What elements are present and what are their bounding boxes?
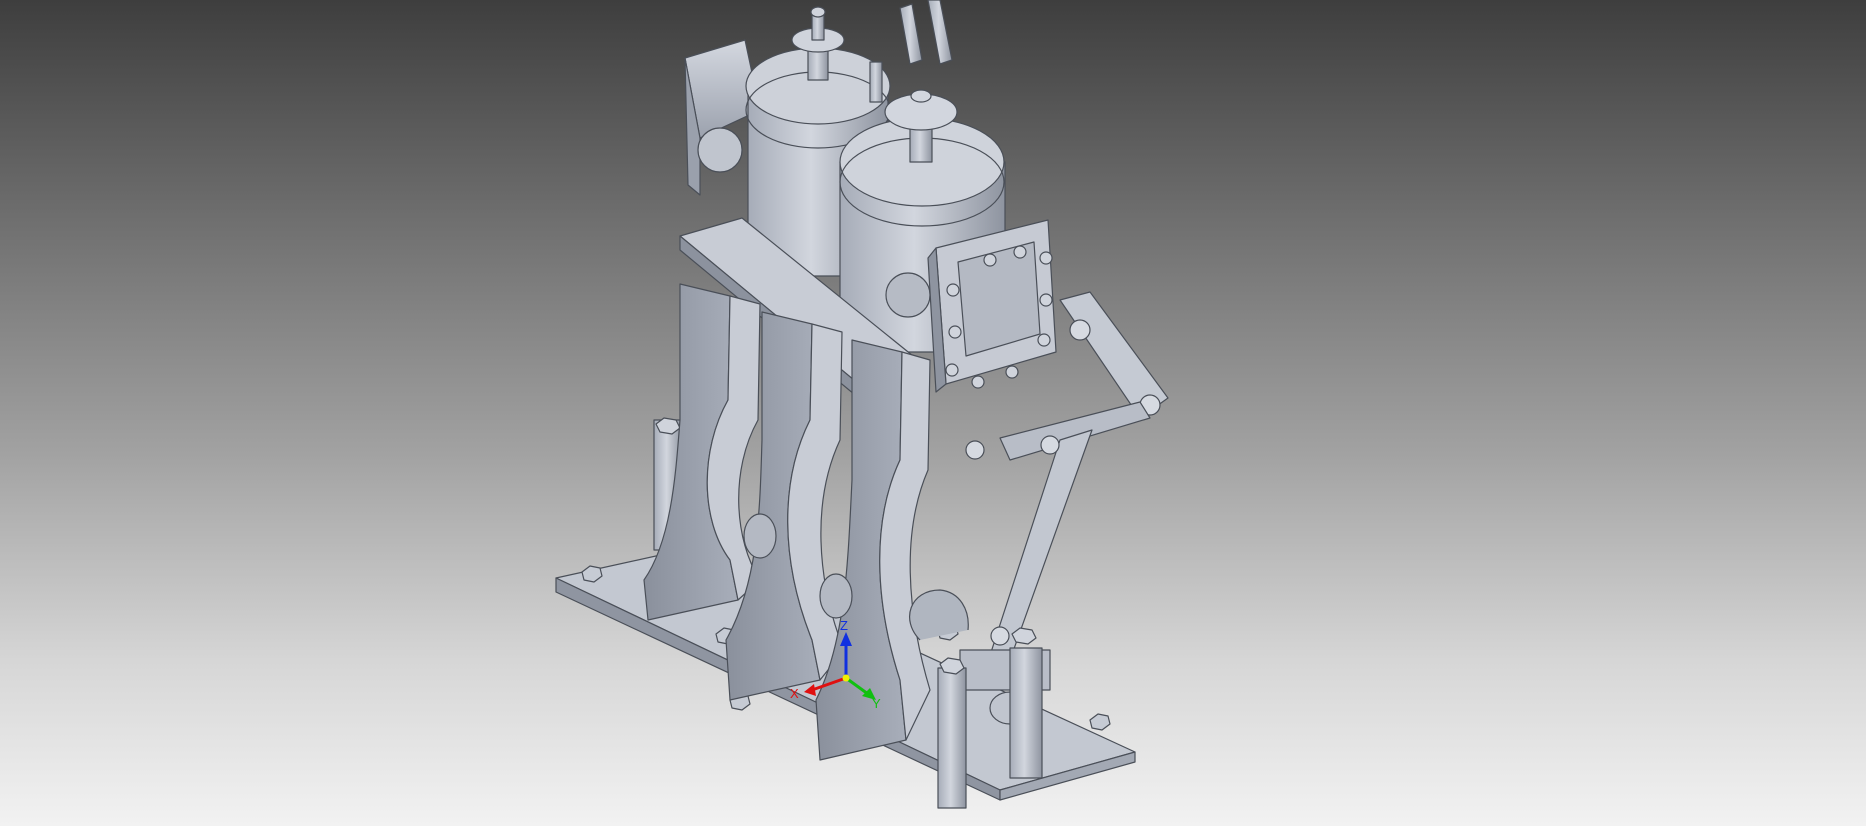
3d-viewport[interactable]: Z X Y [0, 0, 1866, 826]
cad-model-view[interactable]: Z X Y [0, 0, 1866, 826]
z-axis-label: Z [840, 618, 848, 633]
valve-rods [869, 0, 953, 103]
triad-origin [842, 674, 850, 682]
y-axis-label: Y [872, 696, 881, 711]
x-axis-label: X [790, 686, 799, 701]
